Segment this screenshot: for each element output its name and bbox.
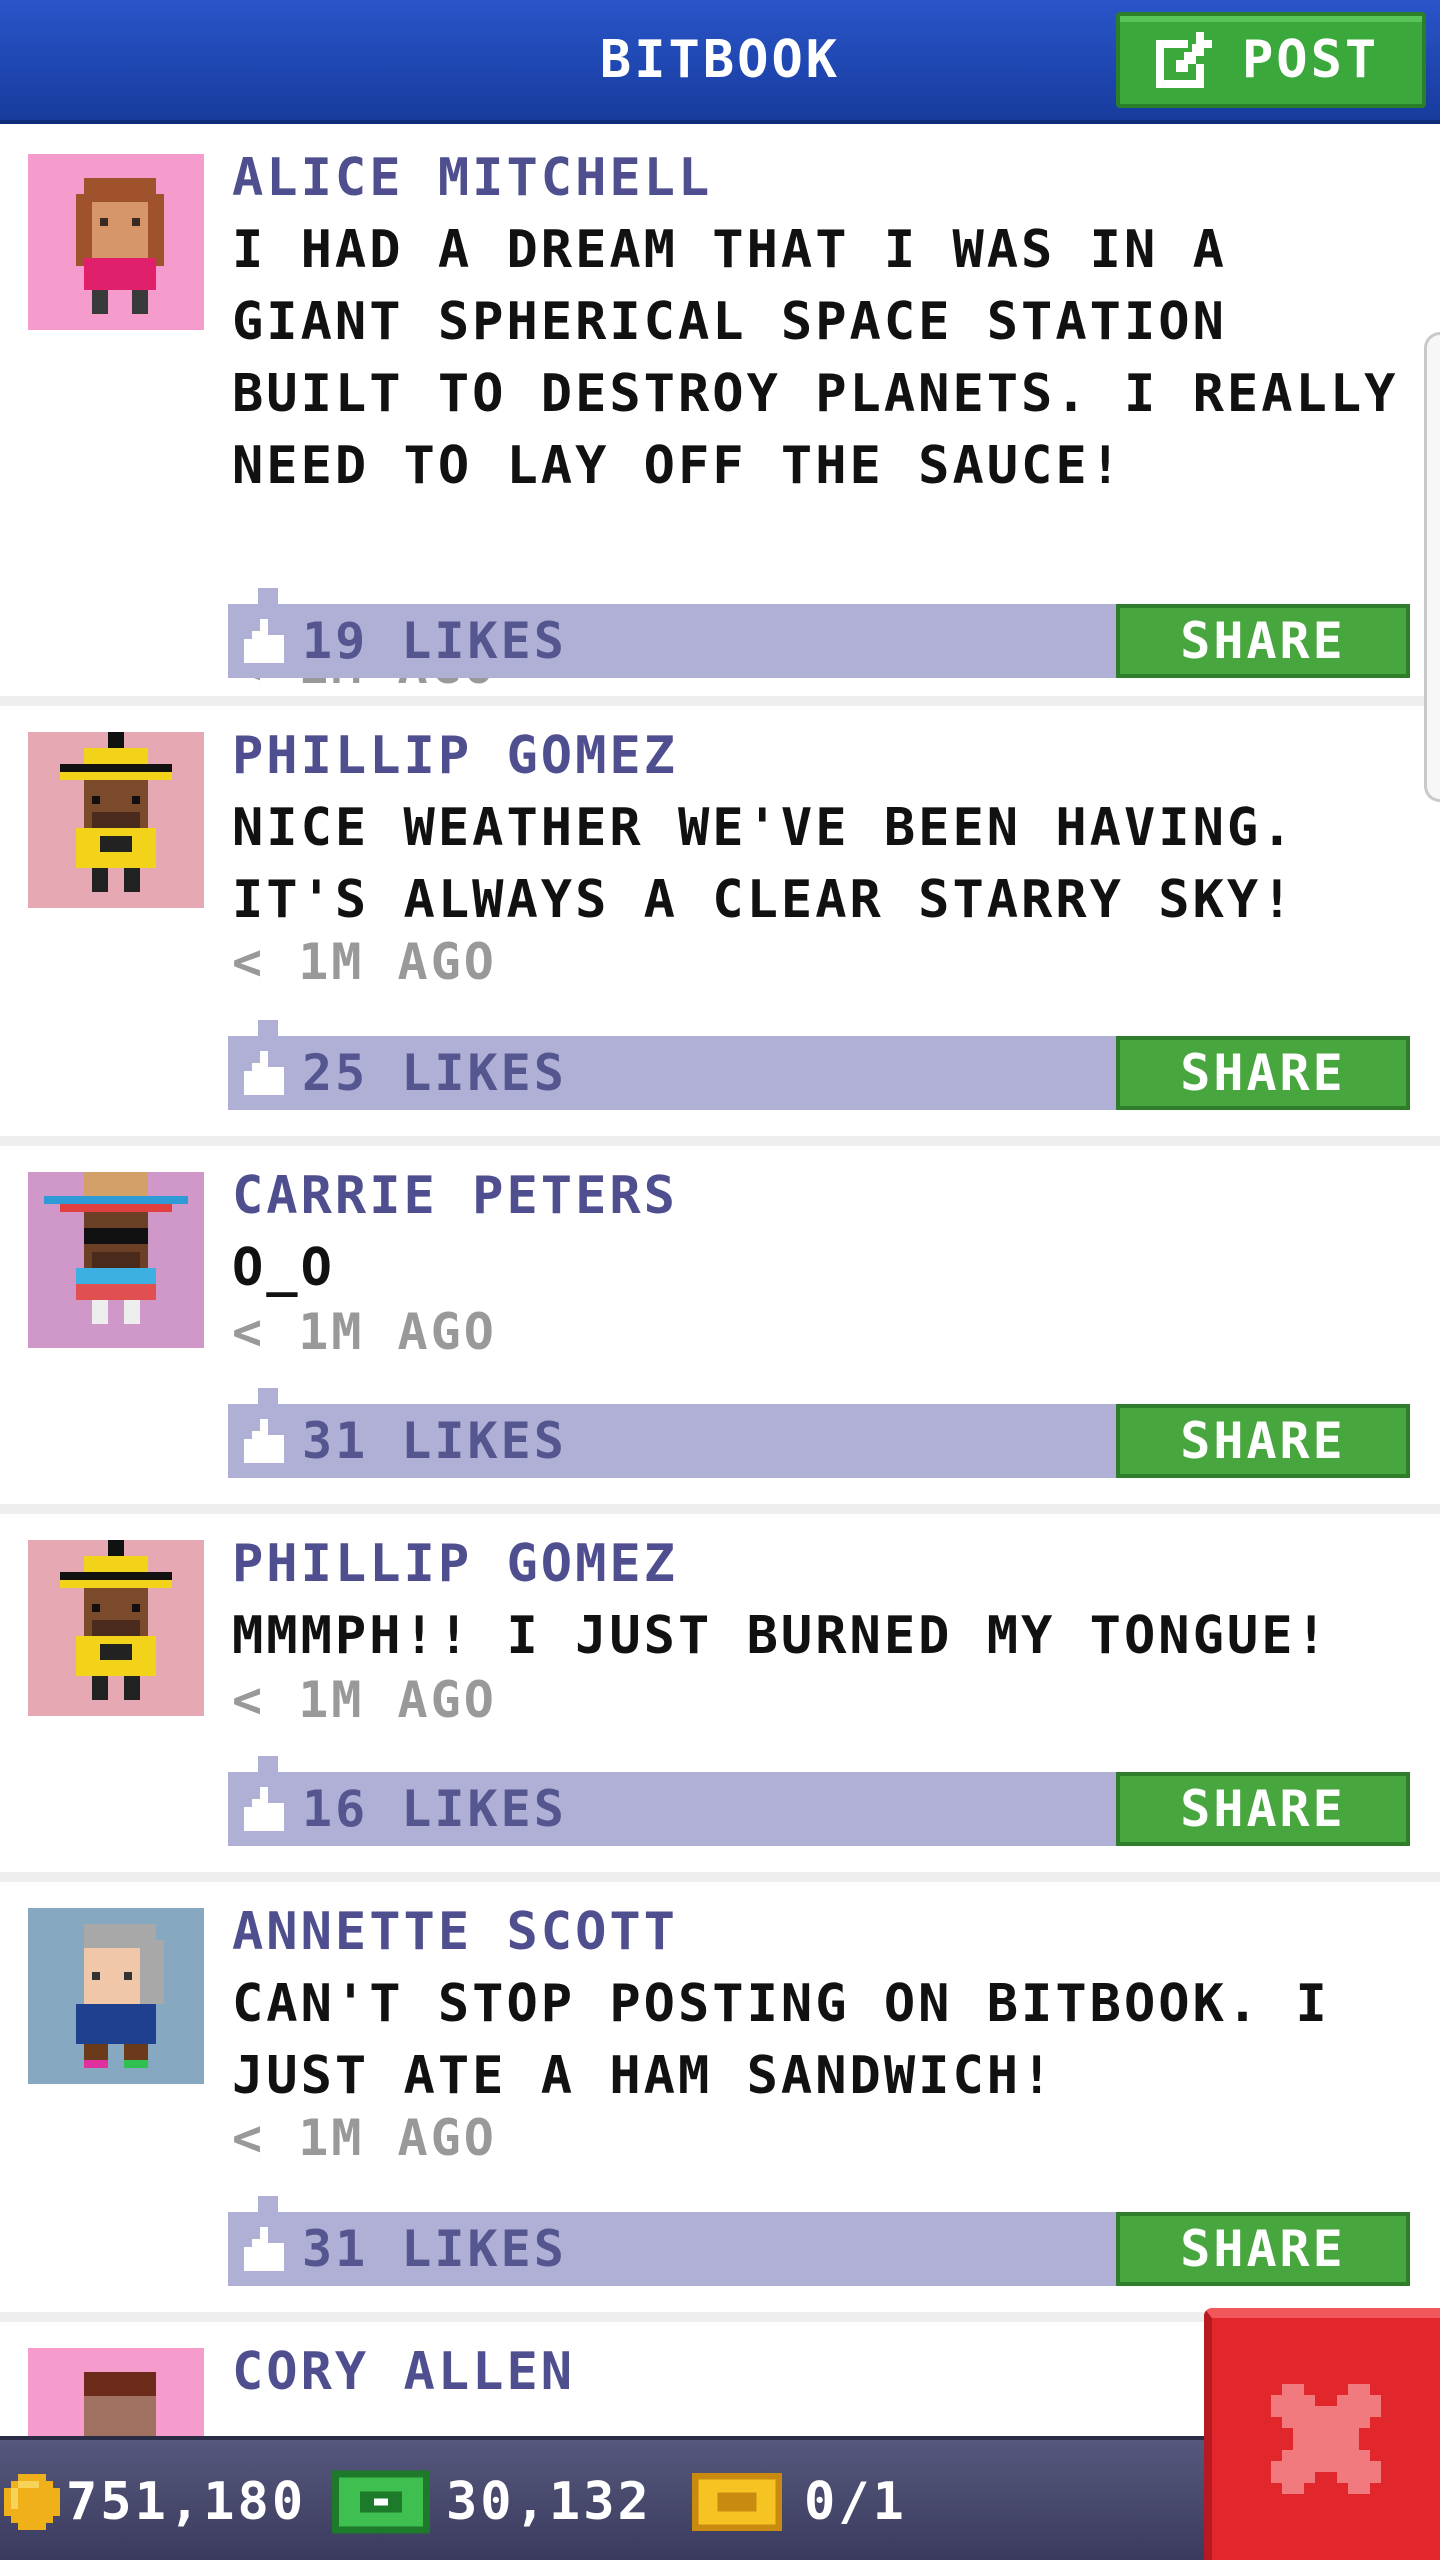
likes-count: 31 LIKES (302, 2220, 567, 2278)
thumbs-up-icon (244, 1051, 284, 1095)
ticket-icon (692, 2473, 782, 2531)
like-button[interactable]: 19 LIKES (228, 604, 567, 678)
like-button[interactable]: 31 LIKES (228, 2212, 567, 2286)
avatar[interactable] (28, 154, 204, 330)
post-text: CAN'T STOP POSTING ON BITBOOK. I JUST AT… (232, 1974, 1330, 2106)
likes-count: 31 LIKES (302, 1412, 567, 1470)
like-bar: 25 LIKES SHARE (228, 1020, 1410, 1110)
feed-post: ALICE MITCHELL I HAD A DREAM THAT I WAS … (0, 128, 1440, 706)
bux-count: 30,132 (446, 2472, 652, 2532)
close-button[interactable] (1204, 2308, 1440, 2560)
close-icon (1271, 2384, 1381, 2494)
like-button[interactable]: 25 LIKES (228, 1036, 567, 1110)
post-author[interactable]: ANNETTE SCOTT (232, 1896, 678, 1968)
bux-display: 30,132 (332, 2440, 652, 2560)
share-button[interactable]: SHARE (1116, 1404, 1410, 1478)
feed-post: CARRIE PETERS O_O < 1M AGO 31 LIKES SHAR… (0, 1146, 1440, 1514)
bux-icon (332, 2470, 430, 2534)
avatar[interactable] (28, 1172, 204, 1348)
like-bar: 31 LIKES SHARE (228, 1388, 1410, 1478)
share-button[interactable]: SHARE (1116, 604, 1410, 678)
like-bar: 31 LIKES SHARE (228, 2196, 1410, 2286)
coin-icon (4, 2474, 60, 2530)
likes-count: 19 LIKES (302, 612, 567, 670)
post-author[interactable]: CARRIE PETERS (232, 1160, 678, 1232)
likes-count: 16 LIKES (302, 1780, 567, 1838)
post-time: < 1M AGO (232, 1671, 497, 1729)
feed-post: PHILLIP GOMEZ NICE WEATHER WE'VE BEEN HA… (0, 706, 1440, 1146)
feed-post: PHILLIP GOMEZ MMMPH!! I JUST BURNED MY T… (0, 1514, 1440, 1882)
like-bar: 16 LIKES SHARE (228, 1756, 1410, 1846)
post-author[interactable]: ALICE MITCHELL (232, 142, 712, 214)
share-button[interactable]: SHARE (1116, 1772, 1410, 1846)
tickets-display: 0/1 (692, 2440, 907, 2560)
like-button[interactable]: 16 LIKES (228, 1772, 567, 1846)
avatar[interactable] (28, 1908, 204, 2084)
post-time: < 1M AGO (232, 933, 497, 991)
top-bar: BITBOOK POST (0, 0, 1440, 124)
thumbs-up-icon (244, 619, 284, 663)
post-button[interactable]: POST (1116, 12, 1426, 108)
feed-post: ANNETTE SCOTT CAN'T STOP POSTING ON BITB… (0, 1882, 1440, 2322)
likes-count: 25 LIKES (302, 1044, 567, 1102)
post-author[interactable]: CORY ALLEN (232, 2336, 575, 2408)
post-time: < 1M AGO (232, 1303, 497, 1361)
tickets-count: 0/1 (804, 2472, 907, 2532)
post-time: < 1M AGO (232, 2109, 497, 2167)
avatar[interactable] (28, 2348, 204, 2436)
thumbs-up-icon (244, 2227, 284, 2271)
like-bar: 19 LIKES SHARE (228, 588, 1410, 678)
thumbs-up-icon (244, 1419, 284, 1463)
edit-icon (1156, 32, 1212, 88)
coins-display: 751,180 (4, 2440, 306, 2560)
coins-count: 751,180 (66, 2472, 307, 2532)
post-author[interactable]: PHILLIP GOMEZ (232, 720, 678, 792)
scroll-indicator[interactable] (1424, 332, 1440, 802)
thumbs-up-icon (244, 1787, 284, 1831)
avatar[interactable] (28, 1540, 204, 1716)
share-button[interactable]: SHARE (1116, 2212, 1410, 2286)
like-button[interactable]: 31 LIKES (228, 1404, 567, 1478)
post-author[interactable]: PHILLIP GOMEZ (232, 1528, 678, 1600)
post-button-label: POST (1242, 30, 1380, 90)
news-feed[interactable]: ALICE MITCHELL I HAD A DREAM THAT I WAS … (0, 128, 1440, 2436)
share-button[interactable]: SHARE (1116, 1036, 1410, 1110)
avatar[interactable] (28, 732, 204, 908)
post-text: MMMPH!! I JUST BURNED MY TONGUE! (232, 1606, 1330, 1666)
post-text: NICE WEATHER WE'VE BEEN HAVING. IT'S ALW… (232, 798, 1296, 930)
post-text: I HAD A DREAM THAT I WAS IN A GIANT SPHE… (232, 220, 1399, 496)
post-text: O_O (232, 1238, 335, 1298)
